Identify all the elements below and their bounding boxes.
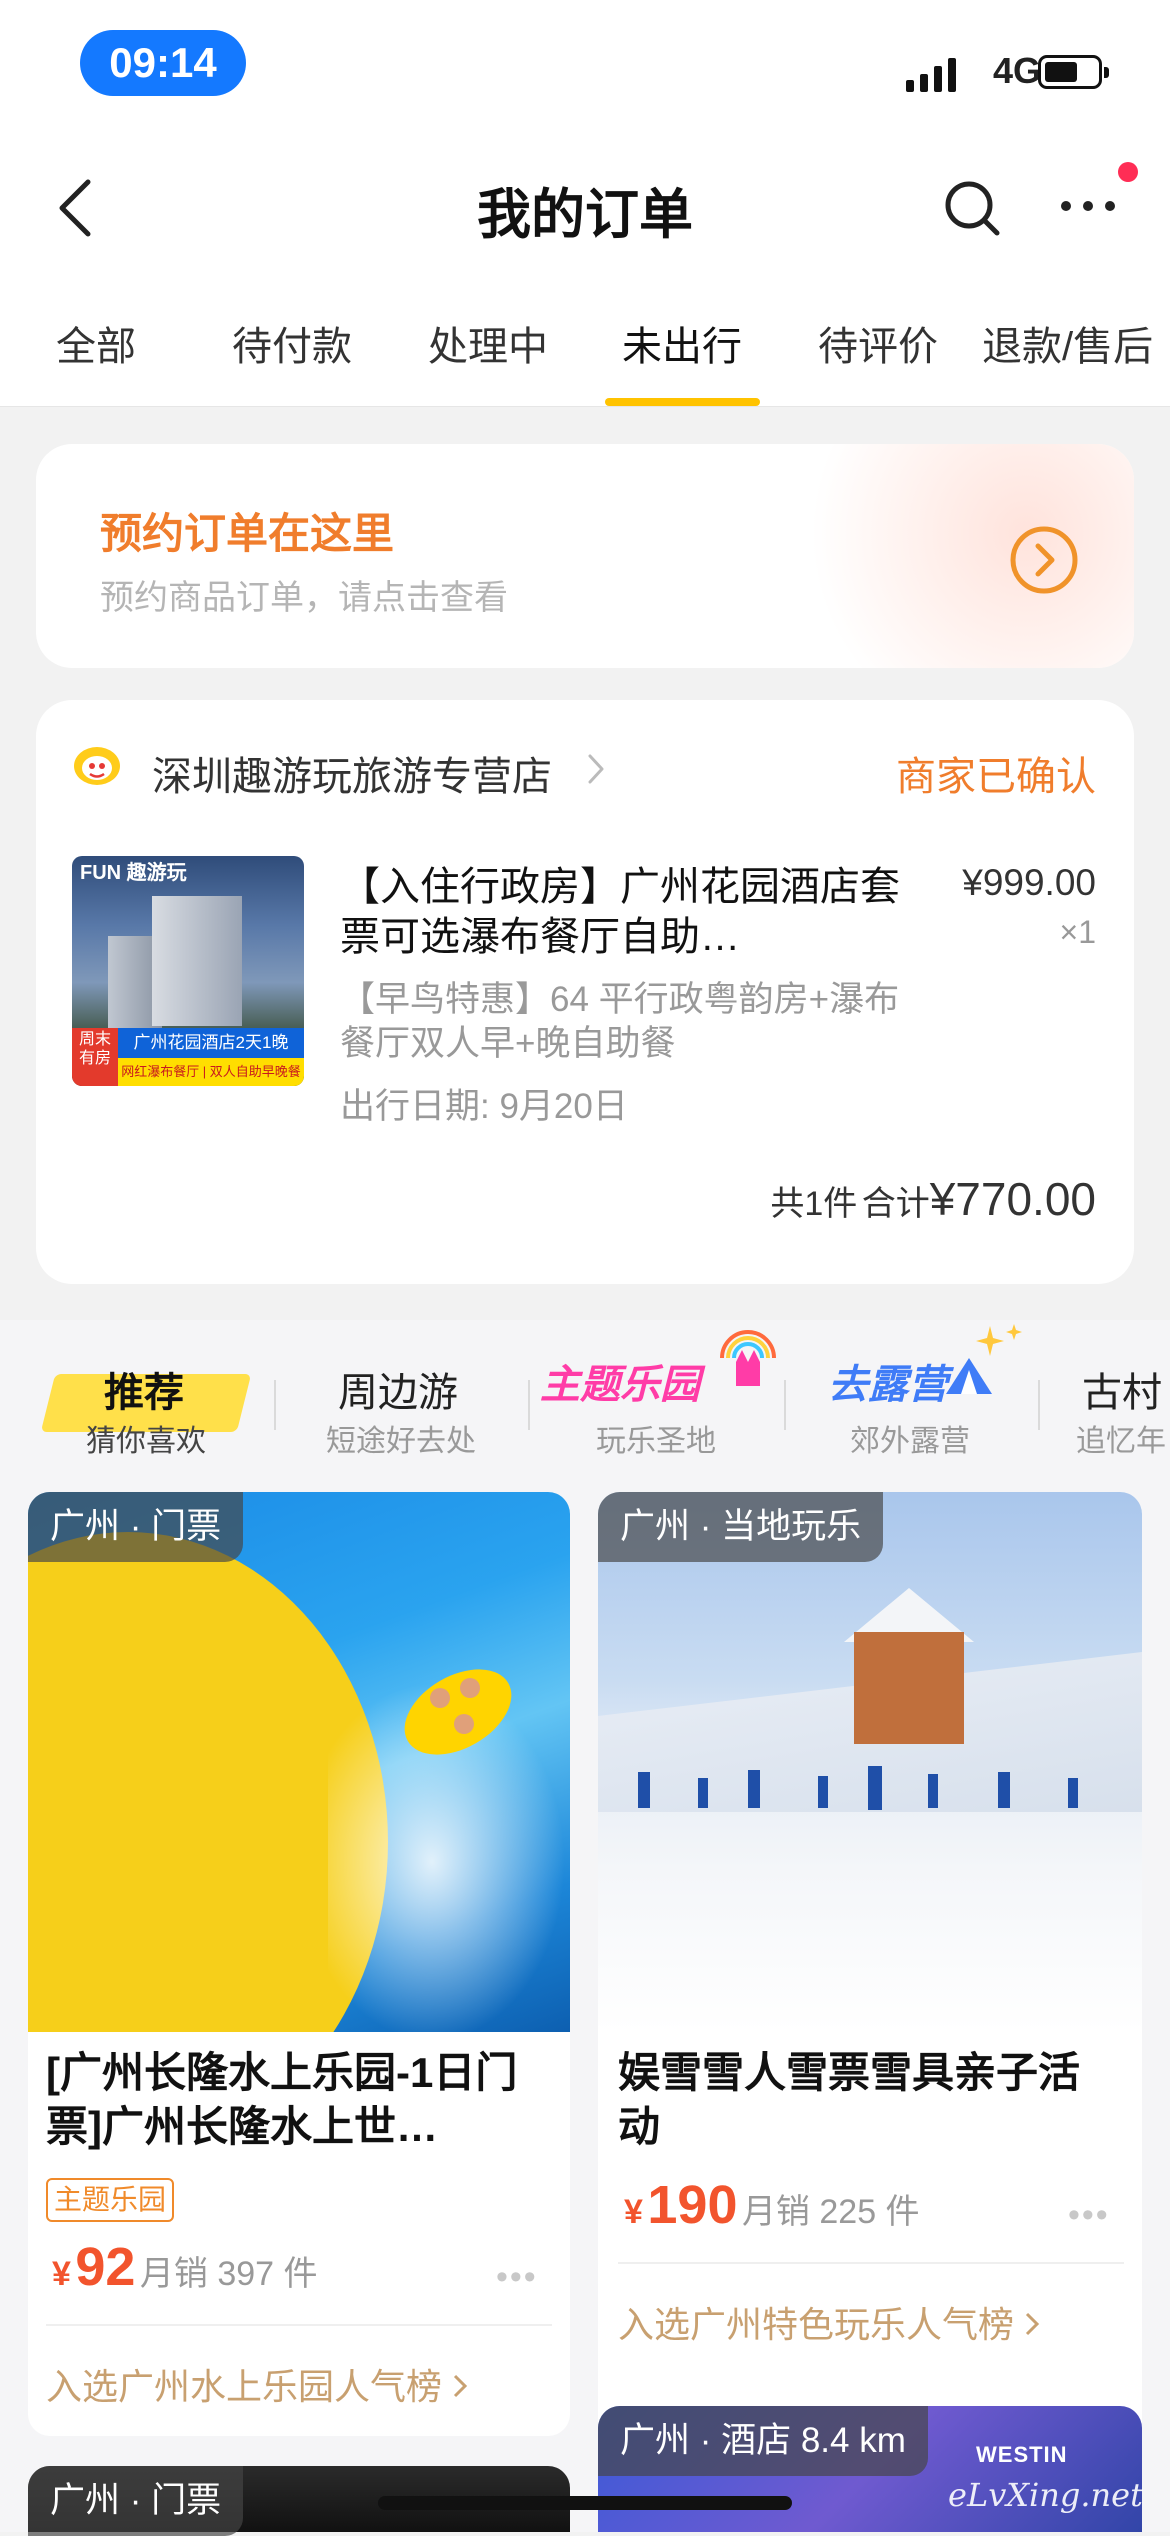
castle-rainbow-icon [720, 1330, 776, 1386]
card-divider [46, 2324, 552, 2326]
search-icon[interactable] [942, 178, 1002, 238]
ranking-link[interactable]: 入选广州水上乐园人气榜 [46, 2358, 468, 2410]
hotel-sign: WESTIN [976, 2442, 1068, 2467]
tab-processing[interactable]: 处理中 [428, 314, 548, 372]
status-time: 09:14 [80, 30, 246, 96]
chevron-right-icon [453, 2374, 468, 2398]
rec-tab-camping-logo[interactable]: 去露营 [828, 1352, 948, 1410]
more-options-icon[interactable] [1058, 196, 1118, 216]
product-quantity: ×1 [1059, 914, 1096, 950]
skiers-icon [638, 1766, 1078, 1810]
rec-tab-nearby-sub: 短途好去处 [326, 1425, 476, 1458]
rec-tab-theme-park-logo[interactable]: 主题乐园 [540, 1352, 700, 1410]
chevron-right-icon [588, 754, 604, 784]
rec-tab-recommended-sub: 猜你喜欢 [86, 1425, 206, 1458]
ranking-label: 入选广州水上乐园人气榜 [46, 2366, 443, 2407]
home-indicator[interactable] [378, 2496, 792, 2510]
tab-refund-aftersale[interactable]: 退款/售后 [982, 314, 1153, 372]
tab-pending-review[interactable]: 待评价 [818, 314, 938, 372]
currency-symbol: ¥ [624, 2193, 643, 2231]
more-dots-icon[interactable]: ••• [496, 2258, 538, 2297]
product-card-title[interactable]: 娱雪雪人雪票雪具亲子活动 [618, 2046, 1118, 2154]
order-status: 商家已确认 [896, 755, 1096, 799]
tab-pending-payment[interactable]: 待付款 [232, 314, 352, 372]
raft-icon [404, 1669, 512, 1755]
product-price: ¥999.00 [962, 862, 1096, 903]
shop-name[interactable]: 深圳趣游玩旅游专营店 [152, 744, 552, 802]
notification-dot [1118, 162, 1138, 182]
product-thumbnail[interactable]: FUN 趣游玩 周末有房 广州花园酒店2天1晚 网红瀑布餐厅 | 双人自助早晚餐 [72, 856, 304, 1086]
product-spec: 【早鸟特惠】64 平行政粤韵房+瀑布餐厅双人早+晚自助餐 [340, 980, 900, 1063]
chevron-right-icon [1025, 2312, 1040, 2336]
signal-icon [906, 58, 956, 92]
rec-tab-camping-sub: 郊外露营 [850, 1425, 970, 1458]
rec-divider [528, 1380, 530, 1430]
currency-symbol: ¥ [52, 2255, 71, 2293]
location-tag: 广州 · 门票 [28, 2466, 244, 2536]
location-tag: 广州 · 当地玩乐 [598, 1492, 884, 1562]
thumbnail-tag-weekend: 周末有房 [72, 1028, 118, 1086]
chevron-right-circle-icon[interactable] [1008, 524, 1080, 596]
active-tab-indicator [605, 398, 760, 406]
location-tag: 广州 · 门票 [28, 1492, 244, 1562]
more-dots-icon[interactable]: ••• [1068, 2196, 1110, 2235]
thumbnail-brand: FUN 趣游玩 [80, 862, 187, 884]
snow-park-image[interactable] [598, 1492, 1142, 2032]
product-title[interactable]: 【入住行政房】广州花园酒店套票可选瀑布餐厅自助… [340, 862, 900, 962]
tab-not-traveled[interactable]: 未出行 [622, 314, 742, 372]
product-price-row: ¥ 92 月销 397 件 [52, 2236, 318, 2298]
reservation-title: 预约订单在这里 [100, 510, 395, 557]
category-badge: 主题乐园 [46, 2178, 175, 2222]
rec-tab-old-village-sub: 追忆年 [1076, 1425, 1166, 1458]
sparkle-icon [976, 1324, 1022, 1356]
order-total: 共1件 合计¥770.00 [500, 1172, 1096, 1226]
travel-date: 出行日期: 9月20日 [340, 1087, 628, 1126]
water-park-image[interactable] [28, 1492, 570, 2032]
rec-tab-nearby[interactable]: 周边游 [338, 1360, 458, 1418]
location-tag: 广州 · 酒店 8.4 km [598, 2406, 928, 2476]
rec-divider [1038, 1380, 1040, 1430]
rec-divider [274, 1380, 276, 1430]
ranking-label: 入选广州特色玩乐人气榜 [618, 2304, 1015, 2345]
item-count: 共1件 [770, 1185, 858, 1223]
total-amount: ¥770.00 [929, 1173, 1096, 1225]
thumbnail-tag-dining: 网红瀑布餐厅 | 双人自助早晚餐 [118, 1058, 304, 1086]
product-card-price: 190 [647, 2175, 738, 2235]
product-card-title[interactable]: [广州长隆水上乐园-1日门票]广州长隆水上世… [46, 2046, 546, 2154]
shop-logo-icon [74, 747, 120, 785]
monthly-sales: 月销 397 件 [139, 2255, 318, 2293]
thumbnail-tag-package: 广州花园酒店2天1晚 [118, 1028, 304, 1058]
watermark: eLvXing.net [948, 2476, 1143, 2514]
tent-icon [946, 1358, 992, 1394]
product-price-row: ¥ 190 月销 225 件 [624, 2174, 920, 2236]
monthly-sales: 月销 225 件 [741, 2193, 920, 2231]
card-divider [618, 2262, 1124, 2264]
reservation-subtitle: 预约商品订单，请点击查看 [100, 579, 508, 617]
ranking-link[interactable]: 入选广州特色玩乐人气榜 [618, 2296, 1040, 2348]
network-label: 4G [993, 50, 1042, 91]
tab-all[interactable]: 全部 [56, 314, 136, 372]
rec-divider [784, 1380, 786, 1430]
reservation-decoration [774, 444, 1134, 668]
battery-icon [1038, 55, 1109, 89]
rec-tab-theme-park-sub: 玩乐圣地 [596, 1425, 716, 1458]
rec-tab-old-village[interactable]: 古村 [1082, 1360, 1162, 1418]
rec-tab-recommended[interactable]: 推荐 [104, 1360, 184, 1418]
product-card-price: 92 [75, 2237, 136, 2297]
total-label: 合计 [861, 1185, 930, 1223]
